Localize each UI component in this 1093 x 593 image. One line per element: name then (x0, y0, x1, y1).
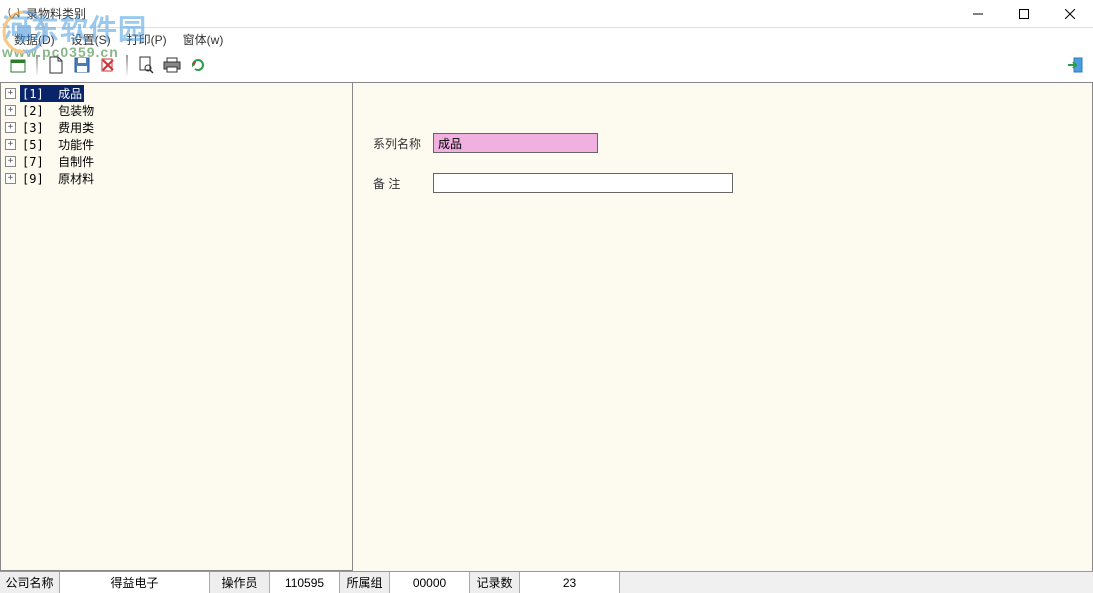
new-button[interactable] (44, 54, 68, 78)
remark-label: 备 注 (373, 175, 433, 192)
window-controls (955, 0, 1093, 28)
main-area: + [1] 成品 + [2] 包装物 + [3] 费用类 + [5] 功能件 +… (0, 82, 1093, 571)
status-group-value: 00000 (390, 572, 470, 593)
tree-code: [1] (22, 87, 44, 101)
expand-icon[interactable]: + (5, 156, 16, 167)
toolbar (0, 50, 1093, 82)
status-spacer (620, 572, 1093, 593)
tree-item-7[interactable]: + [7] 自制件 (5, 153, 348, 170)
status-operator-label: 操作员 (210, 572, 270, 593)
print-icon (163, 57, 181, 76)
expand-icon[interactable]: + (5, 105, 16, 116)
toolbar-separator (126, 55, 128, 77)
tree-item-5[interactable]: + [5] 功能件 (5, 136, 348, 153)
status-company-label: 公司名称 (0, 572, 60, 593)
statusbar: 公司名称 得益电子 操作员 110595 所属组 00000 记录数 23 (0, 571, 1093, 593)
series-row: 系列名称 (373, 133, 1072, 153)
toolbar-button-1[interactable] (6, 54, 30, 78)
menu-settings[interactable]: 设置(S) (63, 29, 119, 50)
tree-panel[interactable]: + [1] 成品 + [2] 包装物 + [3] 费用类 + [5] 功能件 +… (0, 82, 353, 571)
tree-code: [9] (22, 172, 44, 186)
tree-label: 包装物 (58, 104, 94, 118)
status-operator-value: 110595 (270, 572, 340, 593)
minimize-button[interactable] (955, 0, 1001, 28)
expand-icon[interactable]: + (5, 139, 16, 150)
maximize-button[interactable] (1001, 0, 1047, 28)
delete-icon (100, 57, 116, 76)
form-panel: 系列名称 备 注 (353, 82, 1093, 571)
tree-label: 成品 (58, 87, 82, 101)
preview-button[interactable] (134, 54, 158, 78)
tree-item-3[interactable]: + [3] 费用类 (5, 119, 348, 136)
menubar: 数据(D) 设置(S) 打印(P) 窗体(w) (0, 28, 1093, 50)
menu-print[interactable]: 打印(P) (119, 29, 175, 50)
tree-label: 原材料 (58, 172, 94, 186)
refresh-icon (190, 57, 206, 76)
save-button[interactable] (70, 54, 94, 78)
menu-window[interactable]: 窗体(w) (175, 29, 232, 50)
save-icon (74, 57, 90, 76)
tree-label: 费用类 (58, 121, 94, 135)
series-label: 系列名称 (373, 135, 433, 152)
close-button[interactable] (1047, 0, 1093, 28)
status-group-label: 所属组 (340, 572, 390, 593)
series-input[interactable] (433, 133, 598, 153)
exit-icon (1066, 56, 1084, 77)
tree-code: [3] (22, 121, 44, 135)
status-company-value: 得益电子 (60, 572, 210, 593)
tree-code: [2] (22, 104, 44, 118)
print-button[interactable] (160, 54, 184, 78)
expand-icon[interactable]: + (5, 173, 16, 184)
tree-label: 自制件 (58, 155, 94, 169)
toolbar-separator (36, 55, 38, 77)
app-icon (6, 6, 22, 22)
exit-button[interactable] (1063, 54, 1087, 78)
tree-item-2[interactable]: + [2] 包装物 (5, 102, 348, 119)
expand-icon[interactable]: + (5, 122, 16, 133)
tree-item-9[interactable]: + [9] 原材料 (5, 170, 348, 187)
delete-button[interactable] (96, 54, 120, 78)
window-title: 录物料类别 (26, 5, 86, 22)
expand-icon[interactable]: + (5, 88, 16, 99)
remark-input[interactable] (433, 173, 733, 193)
remark-row: 备 注 (373, 173, 1072, 193)
status-records-value: 23 (520, 572, 620, 593)
preview-icon (138, 56, 154, 77)
tree-code: [5] (22, 138, 44, 152)
new-icon (48, 56, 64, 77)
refresh-button[interactable] (186, 54, 210, 78)
menu-data[interactable]: 数据(D) (6, 29, 63, 50)
tree-code: [7] (22, 155, 44, 169)
tree-item-1[interactable]: + [1] 成品 (5, 85, 348, 102)
tree-label: 功能件 (58, 138, 94, 152)
status-records-label: 记录数 (470, 572, 520, 593)
titlebar: 录物料类别 (0, 0, 1093, 28)
